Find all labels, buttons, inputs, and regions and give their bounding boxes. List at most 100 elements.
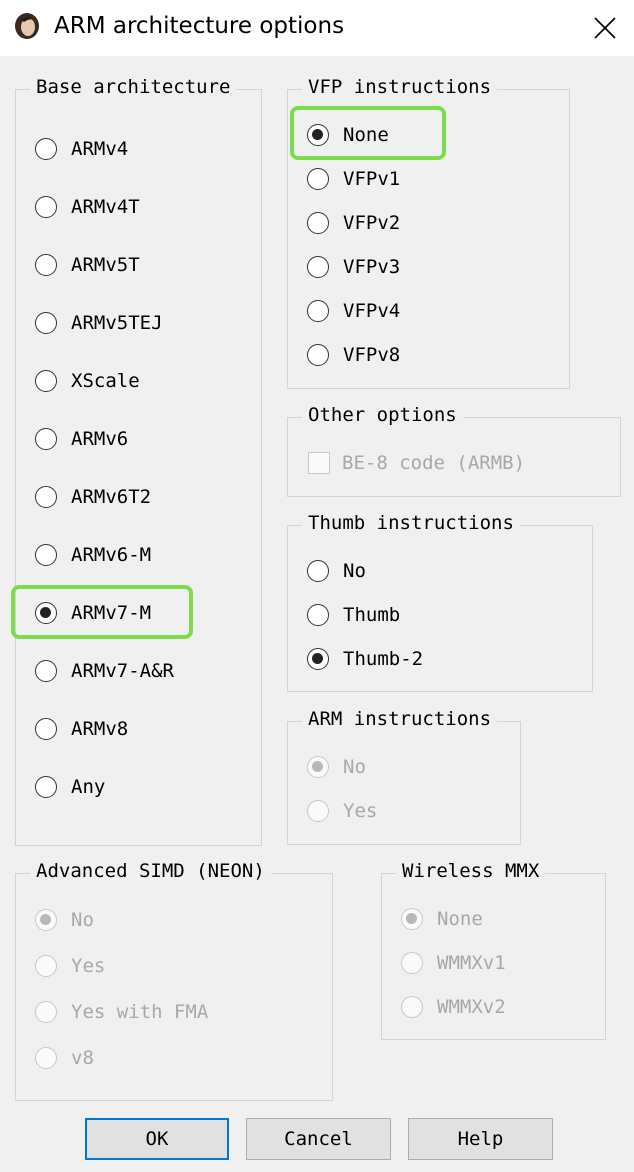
radio-circle [307,212,329,234]
radio-circle [35,602,57,624]
close-icon [594,17,616,39]
radio-label: ARMv7-M [71,602,152,624]
radio-label: WMMXv1 [437,952,506,974]
base-arch-radio-armv4t[interactable]: ARMv4T [35,196,140,218]
vfp-radio-none[interactable]: None [307,124,389,146]
radio-label: Any [71,776,106,798]
radio-circle [307,560,329,582]
help-button[interactable]: Help [408,1118,553,1160]
radio-circle [401,952,423,974]
base-arch-radio-any[interactable]: Any [35,776,105,798]
radio-label: No [343,560,366,582]
radio-circle [307,124,329,146]
radio-label: No [343,756,366,778]
radio-label: ARMv6 [71,428,129,450]
radio-label: ARMv5TEJ [71,312,163,334]
radio-circle [35,1047,57,1069]
radio-circle [307,344,329,366]
base-arch-radio-armv6-m[interactable]: ARMv6-M [35,544,151,566]
arm-radio-no[interactable]: No [307,756,366,778]
radio-label: None [343,124,389,146]
ok-button[interactable]: OK [85,1118,229,1160]
base-arch-radio-armv4[interactable]: ARMv4 [35,138,128,160]
radio-label: VFPv8 [343,344,401,366]
radio-circle [307,604,329,626]
simd-radio-yes-with-fma[interactable]: Yes with FMA [35,1001,208,1023]
radio-label: VFPv1 [343,168,401,190]
close-button[interactable] [582,6,628,50]
thumb-radio-thumb[interactable]: Thumb [307,604,400,626]
base-arch-radio-armv7-aandr[interactable]: ARMv7-A&R [35,660,174,682]
wmmx-radio-wmmxv2[interactable]: WMMXv2 [401,996,506,1018]
radio-circle [35,776,57,798]
radio-circle [35,486,57,508]
radio-circle [35,544,57,566]
radio-circle [35,196,57,218]
vfp-radio-vfpv2[interactable]: VFPv2 [307,212,400,234]
radio-label: ARMv4 [71,138,129,160]
radio-circle [35,909,57,931]
cancel-button[interactable]: Cancel [246,1118,391,1160]
radio-label: ARMv6-M [71,544,152,566]
radio-label: VFPv3 [343,256,401,278]
thumb-instructions-legend: Thumb instructions [302,512,520,534]
radio-circle [307,300,329,322]
wmmx-radio-none[interactable]: None [401,908,483,930]
radio-circle [35,312,57,334]
other-options-legend: Other options [302,404,463,426]
radio-label: WMMXv2 [437,996,506,1018]
radio-circle [35,370,57,392]
simd-radio-v8[interactable]: v8 [35,1047,94,1069]
base-arch-radio-armv8[interactable]: ARMv8 [35,718,128,740]
base-arch-radio-armv6t2[interactable]: ARMv6T2 [35,486,151,508]
ok-button-label: OK [145,1128,169,1150]
radio-label: Yes [71,955,106,977]
radio-circle [35,718,57,740]
base-arch-radio-armv6[interactable]: ARMv6 [35,428,128,450]
vfp-radio-vfpv4[interactable]: VFPv4 [307,300,400,322]
arm-instructions-legend: ARM instructions [302,708,498,730]
simd-radio-no[interactable]: No [35,909,94,931]
radio-circle [401,908,423,930]
title-bar: ARM architecture options [0,0,634,56]
advanced-simd-legend: Advanced SIMD (NEON) [30,860,271,882]
radio-circle [35,254,57,276]
app-icon [15,13,39,39]
radio-circle [307,756,329,778]
radio-label: VFPv2 [343,212,401,234]
be8-checkbox-box [308,452,330,474]
radio-label: ARMv6T2 [71,486,152,508]
base-arch-radio-armv5t[interactable]: ARMv5T [35,254,140,276]
radio-circle [307,168,329,190]
radio-label: ARMv8 [71,718,129,740]
arm-radio-yes[interactable]: Yes [307,800,377,822]
radio-circle [35,660,57,682]
radio-label: ARMv5T [71,254,140,276]
arm-instructions-group: ARM instructions [287,708,521,845]
radio-circle [35,955,57,977]
vfp-radio-vfpv8[interactable]: VFPv8 [307,344,400,366]
cancel-button-label: Cancel [284,1128,353,1150]
radio-circle [307,648,329,670]
base-arch-radio-xscale[interactable]: XScale [35,370,140,392]
be8-checkbox-label: BE-8 code (ARMB) [342,452,526,474]
radio-circle [401,996,423,1018]
simd-radio-yes[interactable]: Yes [35,955,105,977]
radio-circle [307,800,329,822]
thumb-radio-no[interactable]: No [307,560,366,582]
radio-label: v8 [71,1047,94,1069]
radio-label: ARMv7-A&R [71,660,174,682]
radio-circle [307,256,329,278]
base-arch-radio-armv7-m[interactable]: ARMv7-M [35,602,151,624]
radio-label: None [437,908,483,930]
thumb-radio-thumb-2[interactable]: Thumb-2 [307,648,423,670]
wmmx-radio-wmmxv1[interactable]: WMMXv1 [401,952,506,974]
radio-label: VFPv4 [343,300,401,322]
vfp-radio-vfpv1[interactable]: VFPv1 [307,168,400,190]
radio-label: ARMv4T [71,196,140,218]
radio-label: XScale [71,370,140,392]
base-arch-radio-armv5tej[interactable]: ARMv5TEJ [35,312,163,334]
radio-label: No [71,909,94,931]
be8-code-checkbox[interactable]: BE-8 code (ARMB) [308,452,525,474]
vfp-radio-vfpv3[interactable]: VFPv3 [307,256,400,278]
